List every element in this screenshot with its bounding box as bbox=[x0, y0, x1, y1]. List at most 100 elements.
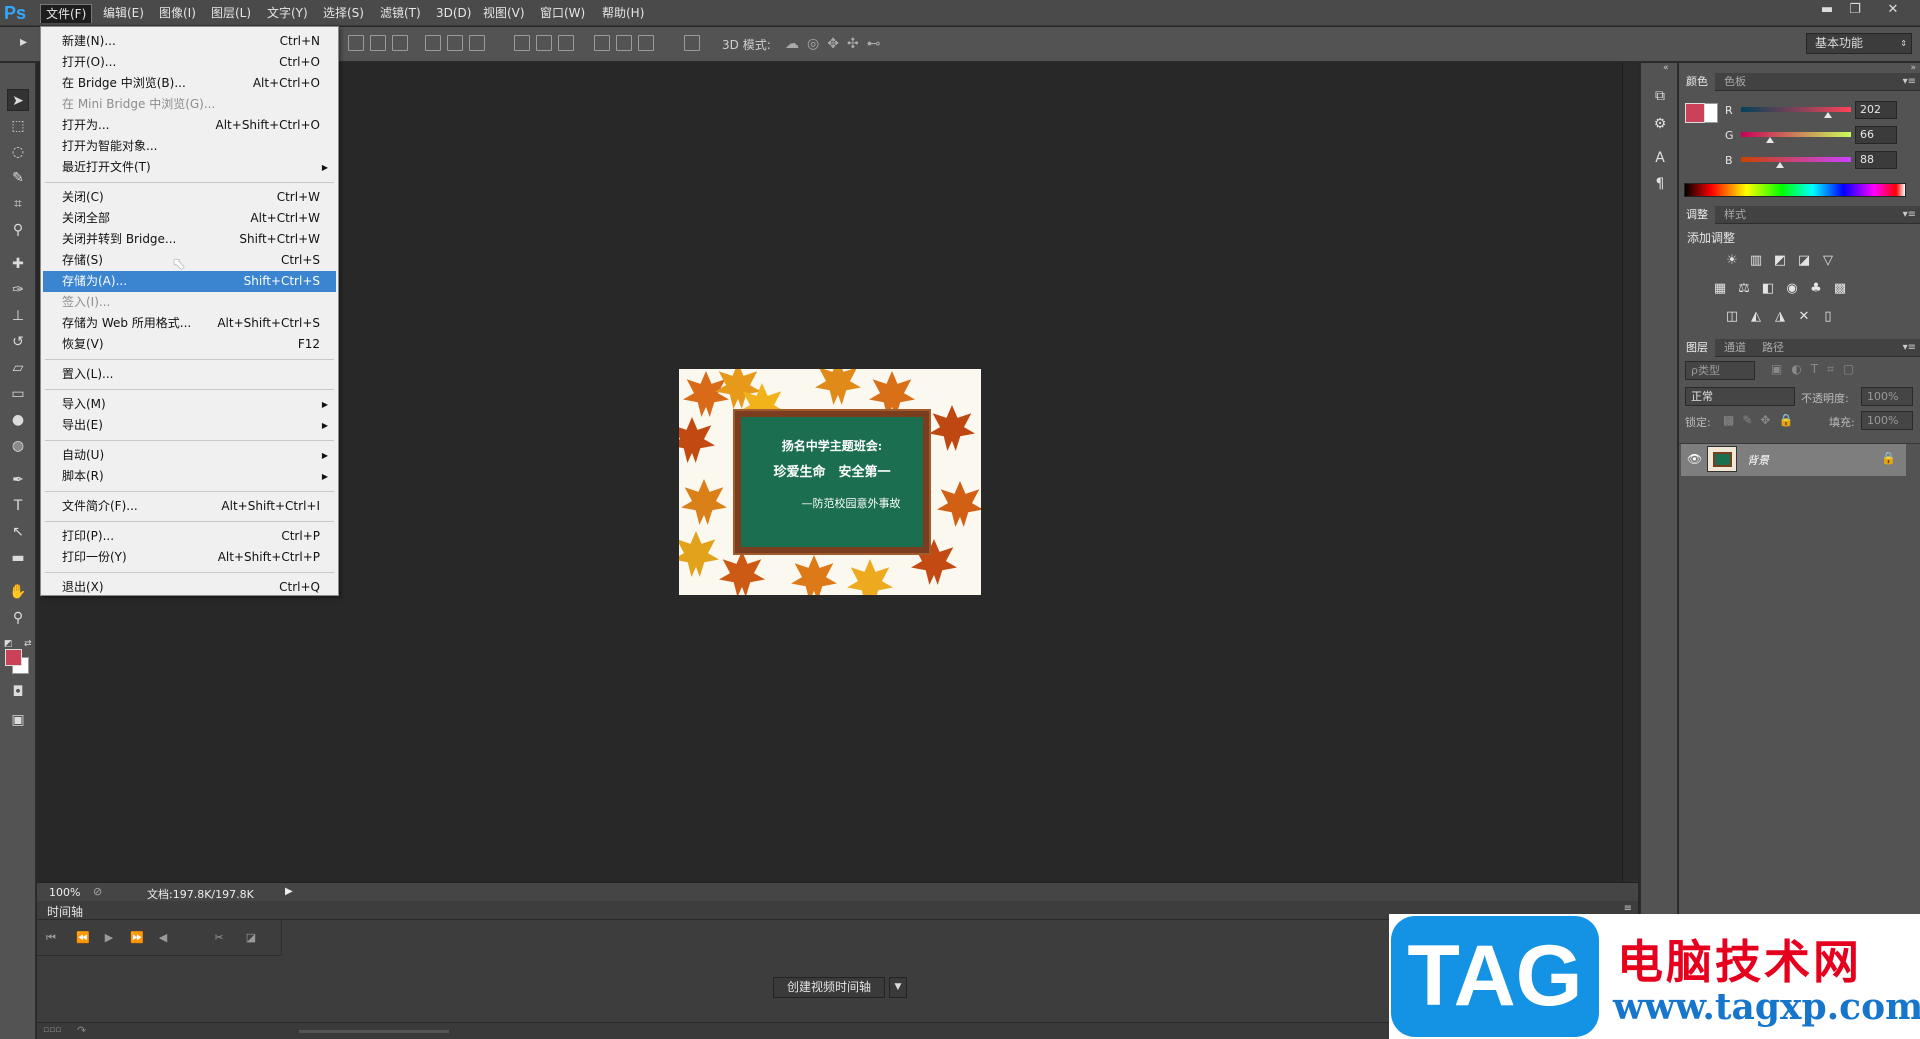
menu-type[interactable]: 文字(Y) bbox=[262, 4, 313, 23]
color-lookup-icon[interactable]: ▩ bbox=[1831, 280, 1849, 298]
first-frame-icon[interactable]: ⏮ bbox=[41, 928, 61, 948]
file-menu-item[interactable]: 退出(X) Ctrl+Q bbox=[43, 577, 336, 598]
create-timeline-dropdown-icon[interactable]: ▼ bbox=[889, 977, 907, 998]
layer-name[interactable]: 背景 bbox=[1747, 452, 1769, 468]
tab-styles[interactable]: 样式 bbox=[1717, 206, 1753, 224]
layer-row-background[interactable]: 👁 背景 🔒 bbox=[1681, 444, 1906, 476]
prev-frame-icon[interactable]: ⏪ bbox=[73, 928, 93, 948]
menu-select[interactable]: 选择(S) bbox=[318, 4, 369, 23]
file-menu-item[interactable]: 存储为(A)... Shift+Ctrl+S bbox=[43, 271, 336, 292]
collapse-dock-icon[interactable]: « bbox=[1663, 63, 1669, 73]
file-menu-item[interactable]: 文件简介(F)... Alt+Shift+Ctrl+I bbox=[43, 496, 336, 517]
channel-g-value[interactable]: 66 bbox=[1855, 126, 1897, 144]
file-menu-item[interactable]: 关闭并转到 Bridge... Shift+Ctrl+W bbox=[43, 229, 336, 250]
crop-tool-icon[interactable]: ⌗ bbox=[7, 193, 29, 215]
file-menu-item[interactable]: 打印一份(Y) Alt+Shift+Ctrl+P bbox=[43, 547, 336, 568]
menu-3d[interactable]: 3D(D) bbox=[431, 4, 476, 23]
status-arrow-icon[interactable]: ⊘ bbox=[93, 885, 102, 898]
menu-edit[interactable]: 编辑(E) bbox=[98, 4, 149, 23]
selective-color-icon[interactable]: ✕ bbox=[1795, 308, 1813, 326]
file-menu-item[interactable]: 打开为... Alt+Shift+Ctrl+O bbox=[43, 115, 336, 136]
channel-r-knob[interactable] bbox=[1823, 112, 1832, 118]
align-hcenter-icon[interactable] bbox=[447, 35, 463, 51]
transition-icon[interactable]: ◪ bbox=[241, 928, 261, 948]
menu-image[interactable]: 图像(I) bbox=[154, 4, 201, 23]
file-menu-item[interactable]: 导入(M) ▶ bbox=[43, 394, 336, 415]
distribute-right-icon[interactable] bbox=[638, 35, 654, 51]
render-icon[interactable]: ↷ bbox=[77, 1024, 86, 1037]
layers-panel-menu-icon[interactable]: ▾≡ bbox=[1903, 339, 1916, 357]
channel-g-knob[interactable] bbox=[1765, 137, 1774, 143]
opacity-field[interactable]: 100% bbox=[1861, 387, 1913, 406]
hue-saturation-icon[interactable]: ▦ bbox=[1711, 280, 1729, 298]
hand-tool-icon[interactable]: ✋ bbox=[7, 581, 29, 603]
eraser-tool-icon[interactable]: ▱ bbox=[7, 357, 29, 379]
pen-tool-icon[interactable]: ✒ bbox=[7, 469, 29, 491]
vertical-scrollbar[interactable] bbox=[1622, 63, 1638, 883]
history-panel-icon[interactable]: ⧉ bbox=[1649, 85, 1671, 107]
vibrance-icon[interactable]: ▽ bbox=[1819, 252, 1837, 270]
file-menu-item[interactable]: 打印(P)... Ctrl+P bbox=[43, 526, 336, 547]
color-panel-menu-icon[interactable]: ▾≡ bbox=[1903, 73, 1916, 91]
3d-mode-icons[interactable]: ☁◎✥✣⊷ bbox=[785, 36, 889, 52]
adjustments-panel-menu-icon[interactable]: ▾≡ bbox=[1903, 206, 1916, 224]
lasso-tool-icon[interactable]: ◌ bbox=[7, 141, 29, 163]
swap-colors-icon[interactable]: ⇄ bbox=[24, 639, 32, 649]
channel-mixer-icon[interactable]: ♣ bbox=[1807, 280, 1825, 298]
layer-visibility-eye-icon[interactable]: 👁 bbox=[1687, 452, 1702, 466]
distribute-vcenter-icon[interactable] bbox=[536, 35, 552, 51]
foreground-color-swatch[interactable] bbox=[5, 649, 22, 666]
color-spectrum-ramp[interactable] bbox=[1684, 183, 1906, 197]
fill-field[interactable]: 100% bbox=[1861, 411, 1913, 430]
menu-help[interactable]: 帮助(H) bbox=[597, 4, 649, 23]
file-menu-item[interactable]: 脚本(R) ▶ bbox=[43, 466, 336, 487]
threshold-icon[interactable]: ◮ bbox=[1771, 308, 1789, 326]
create-video-timeline-button[interactable]: 创建视频时间轴 bbox=[773, 977, 885, 998]
distribute-left-icon[interactable] bbox=[594, 35, 610, 51]
color-panel-fg-swatch[interactable] bbox=[1685, 103, 1705, 123]
collapse-panels-icon[interactable]: » bbox=[1910, 63, 1916, 73]
gradient-tool-icon[interactable]: ▭ bbox=[7, 383, 29, 405]
layer-filter-icons[interactable]: ▣◐T⌗▢ bbox=[1771, 362, 1863, 377]
status-menu-arrow-icon[interactable]: ▶ bbox=[285, 886, 293, 897]
tab-color[interactable]: 颜色 bbox=[1679, 73, 1715, 91]
layer-filter-select[interactable]: ρ类型 bbox=[1685, 361, 1755, 380]
auto-align-icon[interactable] bbox=[684, 35, 700, 51]
file-menu-item[interactable]: 恢复(V) F12 bbox=[43, 334, 336, 355]
channel-b-value[interactable]: 88 bbox=[1855, 151, 1897, 169]
default-colors-icon[interactable]: ◩ bbox=[4, 639, 13, 649]
restore-icon[interactable]: ❐ bbox=[1842, 1, 1868, 19]
black-white-icon[interactable]: ◧ bbox=[1759, 280, 1777, 298]
align-right-icon[interactable] bbox=[469, 35, 485, 51]
zoom-tool-icon[interactable]: ⚲ bbox=[7, 607, 29, 629]
distribute-top-icon[interactable] bbox=[514, 35, 530, 51]
paragraph-panel-icon[interactable]: ¶ bbox=[1649, 173, 1671, 195]
shape-tool-icon[interactable]: ▬ bbox=[7, 547, 29, 569]
file-menu-item[interactable]: 关闭(C) Ctrl+W bbox=[43, 187, 336, 208]
menu-file[interactable]: 文件(F) bbox=[40, 4, 93, 23]
clone-stamp-tool-icon[interactable]: ⊥ bbox=[7, 305, 29, 327]
close-icon[interactable]: ✕ bbox=[1880, 1, 1906, 19]
levels-icon[interactable]: ▥ bbox=[1747, 252, 1765, 270]
zoom-level[interactable]: 100% bbox=[49, 886, 80, 899]
channel-g-slider[interactable] bbox=[1741, 132, 1851, 137]
file-menu-item[interactable]: 在 Bridge 中浏览(B)... Alt+Ctrl+O bbox=[43, 73, 336, 94]
file-menu-item[interactable]: 存储(S) Ctrl+S bbox=[43, 250, 336, 271]
file-menu-item[interactable]: 新建(N)... Ctrl+N bbox=[43, 31, 336, 52]
tab-swatches[interactable]: 色板 bbox=[1717, 73, 1753, 91]
screen-mode-icon[interactable]: ▣ bbox=[7, 709, 29, 731]
align-left-icon[interactable] bbox=[425, 35, 441, 51]
color-balance-icon[interactable]: ⚖ bbox=[1735, 280, 1753, 298]
dodge-tool-icon[interactable]: ◍ bbox=[7, 435, 29, 457]
audio-icon[interactable]: ◀ bbox=[153, 928, 173, 948]
file-menu-item[interactable]: 打开(O)... Ctrl+O bbox=[43, 52, 336, 73]
file-menu-item[interactable]: 打开为智能对象... bbox=[43, 136, 336, 157]
file-menu-item[interactable]: 最近打开文件(T) ▶ bbox=[43, 157, 336, 178]
channel-b-slider[interactable] bbox=[1741, 157, 1851, 162]
align-top-icon[interactable] bbox=[348, 35, 364, 51]
play-icon[interactable]: ▶ bbox=[99, 928, 119, 948]
split-scissors-icon[interactable]: ✂ bbox=[209, 928, 229, 948]
menu-window[interactable]: 窗口(W) bbox=[535, 4, 590, 23]
menu-view[interactable]: 视图(V) bbox=[478, 4, 530, 23]
file-menu-item[interactable]: 置入(L)... bbox=[43, 364, 336, 385]
